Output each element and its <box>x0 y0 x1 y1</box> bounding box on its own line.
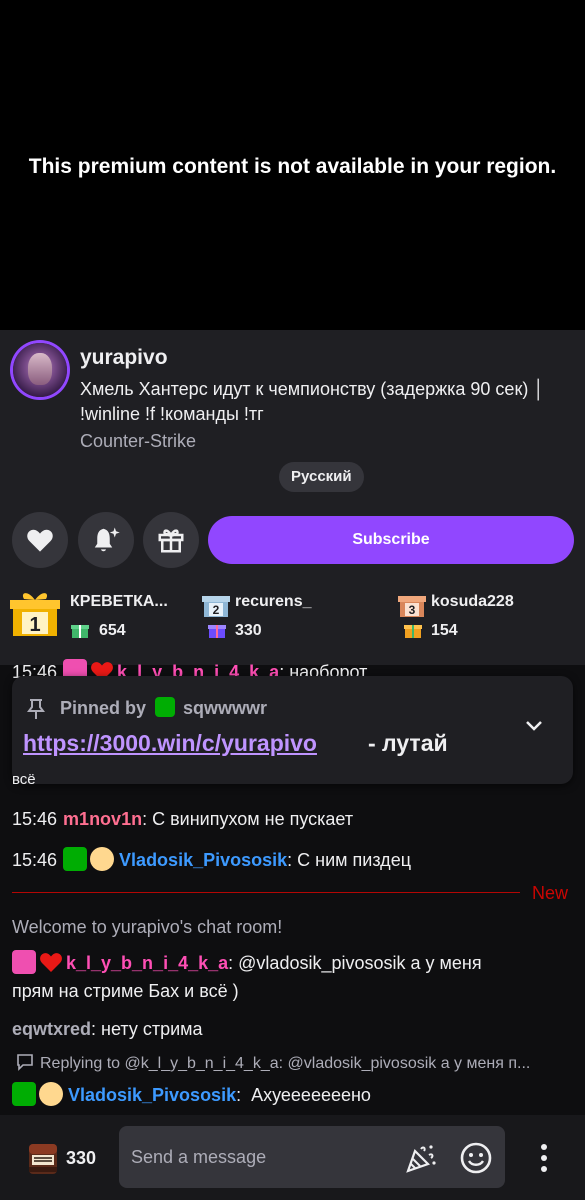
bits-chest-icon <box>29 1144 57 1174</box>
chat-username[interactable]: m1nov1n <box>63 809 142 829</box>
chat-text: С винипухом не пускает <box>152 809 354 829</box>
gift-rank-3-icon: 3 <box>398 596 426 617</box>
svg-text:2: 2 <box>213 603 220 617</box>
gift-sub-button[interactable] <box>143 512 199 568</box>
chat-message[interactable]: eqwtxred: нету стрима <box>12 1015 203 1043</box>
chat-text: нету стрима <box>101 1019 203 1039</box>
svg-text:3: 3 <box>409 603 416 617</box>
pinned-by-user[interactable]: sqwwwwr <box>183 698 267 718</box>
reply-context-text: Replying to @k_l_y_b_n_i_4_k_a: @vladosi… <box>40 1055 531 1072</box>
welcome-message: Welcome to yurapivo's chat room! <box>12 917 283 937</box>
reply-context[interactable]: Replying to @k_l_y_b_n_i_4_k_a: @vladosi… <box>16 1053 576 1073</box>
top-gifter-2[interactable]: 2 recurens_ 330 <box>202 590 392 640</box>
notifications-button[interactable] <box>78 512 134 568</box>
chat-message-continuation: всё <box>12 771 36 788</box>
gift-icon <box>208 625 226 638</box>
pinned-suffix: - лутай <box>368 730 448 756</box>
timestamp: 15:46 <box>12 809 58 829</box>
chat-message[interactable]: k_l_y_b_n_i_4_k_a: @vladosik_pivososik а… <box>12 949 482 1005</box>
badge-icon <box>12 950 36 974</box>
pin-icon <box>27 699 45 719</box>
chat-username[interactable]: Vladosik_Pivososik <box>119 850 287 870</box>
timestamp: 15:46 <box>12 850 58 870</box>
chat-text: @vladosik_pivososik а у меня <box>238 953 482 973</box>
gifter-name: КРЕВЕТКА... <box>70 593 168 610</box>
channel-avatar[interactable] <box>13 343 67 397</box>
pinned-by-label: Pinned by <box>60 698 147 718</box>
language-tag[interactable]: Русский <box>279 462 364 492</box>
game-category[interactable]: Counter-Strike <box>80 431 196 452</box>
region-unavailable-message: This premium content is not available in… <box>28 155 557 178</box>
chat-message[interactable]: Vladosik_Pivososik: Ахуееееееено <box>12 1081 371 1109</box>
gift-icon <box>404 625 422 638</box>
chat-message[interactable]: 15:46 m1nov1n: С винипухом не пускает <box>12 805 353 833</box>
chat-text: С ним пиздец <box>297 850 412 870</box>
video-player[interactable]: This premium content is not available in… <box>0 0 585 330</box>
party-popper-icon[interactable] <box>405 1143 437 1173</box>
emoji-icon[interactable] <box>459 1141 493 1175</box>
chat-message[interactable]: 15:46 Vladosik_Pivososik: С ним пиздец <box>12 846 411 874</box>
top-gifter-1[interactable]: 1 КРЕВЕТКА... 654 <box>10 590 200 640</box>
chevron-down-icon[interactable] <box>525 720 543 732</box>
top-gifter-3[interactable]: 3 kosuda228 154 <box>398 590 578 640</box>
subscribe-button[interactable]: Subscribe <box>208 516 574 564</box>
channel-name[interactable]: yurapivo <box>80 346 168 370</box>
gift-count: 330 <box>235 622 262 639</box>
bits-button[interactable] <box>27 1140 59 1176</box>
chat-username[interactable]: k_l_y_b_n_i_4_k_a <box>66 953 228 973</box>
bits-count: 330 <box>66 1148 97 1168</box>
gifter-name: recurens_ <box>235 593 312 610</box>
svg-text:1: 1 <box>29 614 40 636</box>
pinned-message-card[interactable]: Pinned by sqwwwwr https://3000.win/c/yur… <box>12 676 573 784</box>
chat-username[interactable]: Vladosik_Pivososik <box>68 1085 236 1105</box>
heart-badge-icon <box>39 950 63 974</box>
bell-icon <box>94 527 120 552</box>
gifter-name: kosuda228 <box>431 593 514 610</box>
gift-icon <box>71 625 89 638</box>
chat-message-input[interactable] <box>119 1126 505 1188</box>
new-messages-divider <box>12 892 520 893</box>
stream-title: Хмель Хантерс идут к чемпионству (задерж… <box>80 379 545 424</box>
follow-button[interactable] <box>12 512 68 568</box>
heart-icon <box>27 529 53 552</box>
new-messages-label: New <box>532 883 569 903</box>
gift-count: 154 <box>431 622 458 639</box>
gift-rank-2-icon: 2 <box>202 596 230 617</box>
chat-username[interactable]: eqwtxred <box>12 1019 91 1039</box>
more-options-icon[interactable] <box>539 1143 549 1173</box>
moderator-badge-icon <box>12 1082 36 1106</box>
gift-icon <box>158 529 184 553</box>
moderator-badge-icon <box>63 847 88 871</box>
chat-text-line2: прям на стриме Бах и всё ) <box>12 981 239 1001</box>
moderator-badge-icon <box>155 697 176 717</box>
gift-count: 654 <box>99 622 126 639</box>
chat-text: Ахуееееееено <box>251 1085 371 1105</box>
user-badge-icon <box>39 1082 63 1106</box>
gift-rank-1-icon: 1 <box>10 593 60 636</box>
pinned-link[interactable]: https://3000.win/c/yurapivo <box>23 730 317 757</box>
reply-icon <box>17 1054 33 1071</box>
user-badge-icon <box>90 847 115 871</box>
